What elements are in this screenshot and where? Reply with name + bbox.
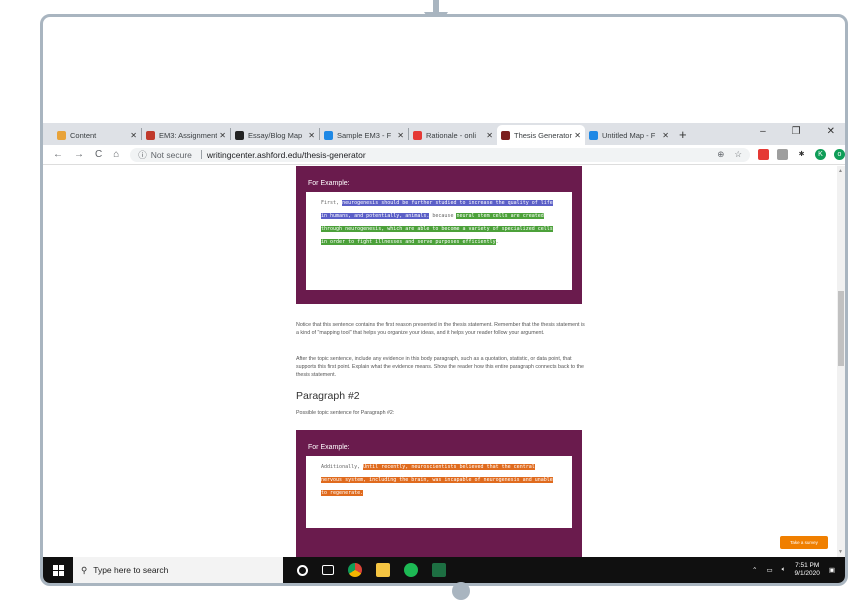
scroll-down-icon[interactable]: ▼ bbox=[838, 549, 843, 555]
tab-favicon-icon bbox=[589, 130, 598, 140]
tab-close-icon[interactable]: ✕ bbox=[486, 131, 493, 140]
example-prefix: First, bbox=[321, 200, 343, 206]
scrollbar[interactable]: ▲ ▼ bbox=[837, 166, 845, 557]
browser-tab[interactable]: Essay/Blog Map ✕ bbox=[231, 125, 319, 145]
windows-start-icon[interactable] bbox=[43, 564, 73, 576]
tab-label: EM3: Assignment bbox=[159, 130, 218, 140]
example-box-2: For Example: Additionally, Until recentl… bbox=[296, 430, 582, 557]
chevron-up-icon[interactable]: ⌃ bbox=[752, 566, 757, 574]
browser-tab[interactable]: Sample EM3 - F ✕ bbox=[320, 125, 408, 145]
taskbar-apps bbox=[297, 563, 446, 577]
minimize-icon[interactable]: – bbox=[760, 126, 766, 137]
close-icon[interactable]: ✕ bbox=[827, 126, 835, 137]
clock-time: 7:51 PM bbox=[795, 562, 820, 569]
browser-screen: Content ✕ EM3: Assignment ✕ Essay/Blog Map ✕ S… bbox=[43, 123, 845, 583]
page-content: For Example: First, neurogenesis should … bbox=[43, 166, 837, 557]
clock[interactable]: 7:51 PM 9/1/2020 bbox=[795, 562, 820, 578]
topic-sentence-label: Possible topic sentence for Paragraph #2… bbox=[296, 410, 395, 416]
bookmark-star-icon[interactable]: ☆ bbox=[734, 149, 742, 160]
survey-button[interactable]: Take a survey bbox=[780, 536, 828, 549]
browser-tab[interactable]: Rationale - onli ✕ bbox=[409, 125, 497, 145]
search-icon: ⚲ bbox=[81, 564, 88, 575]
tab-close-icon[interactable]: ✕ bbox=[397, 131, 404, 140]
zoom-icon[interactable]: ⊕ bbox=[717, 149, 724, 160]
url-text: writingcenter.ashford.edu/thesis-generat… bbox=[206, 149, 366, 160]
home-icon[interactable]: ⌂ bbox=[113, 149, 119, 160]
address-bar: ← → C ⌂ ⓘ Not secure writingcenter.ashfo… bbox=[43, 145, 845, 165]
browser-tab[interactable]: Thesis Generator ✕ bbox=[497, 125, 585, 145]
tab-label: Untitled Map - F bbox=[602, 130, 656, 140]
bottom-handle bbox=[452, 582, 470, 600]
tab-label: Sample EM3 - F bbox=[337, 130, 392, 140]
omnibox-divider bbox=[200, 150, 202, 159]
extension-icon[interactable]: o bbox=[834, 149, 845, 160]
spotify-icon[interactable] bbox=[404, 563, 418, 577]
tab-favicon-icon bbox=[235, 130, 244, 140]
extension-icon[interactable] bbox=[758, 149, 769, 160]
back-icon[interactable]: ← bbox=[53, 149, 63, 160]
tab-close-icon[interactable]: ✕ bbox=[574, 131, 581, 140]
tab-favicon-icon bbox=[57, 130, 66, 140]
tab-close-icon[interactable]: ✕ bbox=[308, 131, 315, 140]
example-label: For Example: bbox=[308, 180, 350, 187]
extensions: ✱ K o bbox=[758, 149, 845, 160]
puzzle-icon[interactable]: ✱ bbox=[796, 149, 807, 160]
example-box-1: For Example: First, neurogenesis should … bbox=[296, 166, 582, 304]
tab-close-icon[interactable]: ✕ bbox=[219, 131, 226, 140]
tab-bar: Content ✕ EM3: Assignment ✕ Essay/Blog Map ✕ S… bbox=[43, 123, 845, 145]
security-label: Not secure bbox=[150, 149, 192, 160]
excel-icon[interactable] bbox=[432, 563, 446, 577]
browser-tab[interactable]: Untitled Map - F ✕ bbox=[585, 125, 673, 145]
tab-label: Thesis Generator bbox=[514, 130, 572, 140]
taskbar: ⚲ Type here to search ⌃ ▭ 🔈︎ 7:51 PM 9/1… bbox=[43, 557, 845, 583]
search-placeholder: Type here to search bbox=[93, 565, 169, 575]
new-tab-icon[interactable]: + bbox=[679, 127, 687, 142]
tab-close-icon[interactable]: ✕ bbox=[130, 131, 137, 140]
task-view-icon[interactable] bbox=[322, 565, 334, 575]
example-connector: because bbox=[429, 213, 457, 219]
browser-tab[interactable]: Content ✕ bbox=[53, 125, 141, 145]
clock-date: 9/1/2020 bbox=[794, 570, 820, 577]
system-tray: ⌃ ▭ 🔈︎ 7:51 PM 9/1/2020 ▣ bbox=[752, 562, 845, 578]
example-prefix: Additionally, bbox=[321, 464, 364, 470]
scroll-up-icon[interactable]: ▲ bbox=[838, 168, 843, 174]
taskbar-search[interactable]: ⚲ Type here to search bbox=[73, 557, 283, 583]
restore-icon[interactable]: ❐ bbox=[792, 126, 801, 137]
tab-label: Content bbox=[70, 130, 97, 140]
browser-tab[interactable]: EM3: Assignment ✕ bbox=[142, 125, 230, 145]
file-explorer-icon[interactable] bbox=[376, 563, 390, 577]
omnibox[interactable]: ⓘ Not secure writingcenter.ashford.edu/t… bbox=[130, 147, 750, 162]
example-suffix: . bbox=[495, 239, 499, 245]
scrollbar-thumb[interactable] bbox=[838, 291, 844, 366]
tab-favicon-icon bbox=[146, 130, 155, 140]
tab-close-icon[interactable]: ✕ bbox=[662, 131, 669, 140]
info-icon[interactable]: ⓘ bbox=[138, 149, 147, 161]
volume-icon[interactable]: 🔈︎ bbox=[782, 566, 786, 574]
example-label: For Example: bbox=[308, 444, 350, 451]
paragraph-evidence: After the topic sentence, include any ev… bbox=[296, 356, 584, 378]
tab-favicon-icon bbox=[413, 130, 422, 140]
notifications-icon[interactable]: ▣ bbox=[829, 566, 835, 574]
battery-icon[interactable]: ▭ bbox=[766, 566, 772, 574]
example-text: First, neurogenesis should be further st… bbox=[306, 192, 572, 290]
example-text: Additionally, Until recently, neuroscien… bbox=[306, 456, 572, 528]
window-controls: – ❐ ✕ bbox=[760, 126, 835, 137]
device-frame: Content ✕ EM3: Assignment ✕ Essay/Blog Map ✕ S… bbox=[40, 14, 848, 586]
heading-paragraph-2: Paragraph #2 bbox=[296, 390, 360, 402]
profile-avatar[interactable]: K bbox=[815, 149, 826, 160]
extension-icon[interactable] bbox=[777, 149, 788, 160]
tab-label: Essay/Blog Map bbox=[248, 130, 303, 140]
cortana-icon[interactable] bbox=[297, 564, 308, 576]
forward-icon[interactable]: → bbox=[74, 149, 84, 160]
reload-icon[interactable]: C bbox=[95, 149, 102, 160]
tab-label: Rationale - onli bbox=[426, 130, 477, 140]
paragraph-notice: Notice that this sentence contains the f… bbox=[296, 322, 585, 336]
tab-favicon-icon bbox=[501, 130, 510, 140]
tab-favicon-icon bbox=[324, 130, 333, 140]
chrome-icon[interactable] bbox=[348, 563, 362, 577]
